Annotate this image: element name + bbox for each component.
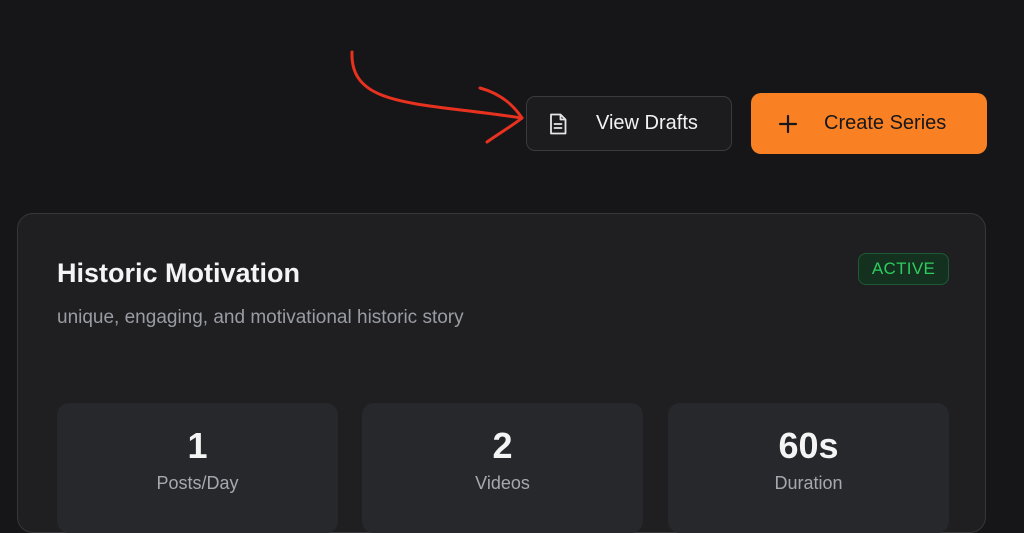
stat-value: 60s — [778, 425, 839, 466]
stat-duration: 60s Duration — [668, 403, 949, 533]
stat-value: 2 — [492, 425, 513, 466]
series-description: unique, engaging, and motivational histo… — [57, 307, 464, 328]
stat-posts-per-day: 1 Posts/Day — [57, 403, 338, 533]
stat-label: Posts/Day — [156, 473, 239, 493]
create-series-button[interactable]: Create Series — [751, 93, 987, 154]
plus-icon — [778, 114, 798, 134]
stat-label: Videos — [475, 473, 530, 493]
stat-videos: 2 Videos — [362, 403, 643, 533]
view-drafts-label: View Drafts — [596, 112, 698, 134]
stat-value: 1 — [187, 425, 208, 466]
create-series-label: Create Series — [824, 112, 947, 134]
series-card[interactable]: Historic Motivation unique, engaging, an… — [17, 213, 986, 533]
document-icon — [548, 113, 568, 135]
status-badge: ACTIVE — [858, 253, 949, 285]
view-drafts-button[interactable]: View Drafts — [526, 96, 732, 151]
stat-label: Duration — [774, 473, 843, 493]
series-title: Historic Motivation — [57, 258, 301, 288]
